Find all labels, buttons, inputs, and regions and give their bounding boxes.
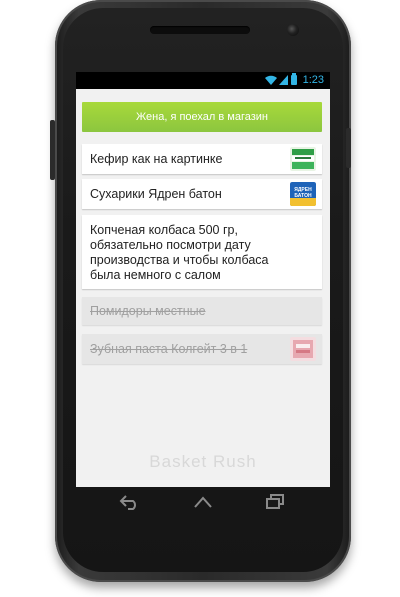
list-item-label: Зубная паста Колгейт 3 в 1 [90, 342, 248, 356]
back-icon[interactable] [118, 492, 140, 512]
list-item-label: Помидоры местные [90, 304, 206, 318]
kefir-package-image [290, 147, 316, 171]
list-item-completed[interactable]: Помидоры местные [82, 297, 322, 325]
list-item-label: Кефир как на картинке [90, 152, 223, 166]
earpiece-speaker [150, 26, 250, 34]
list-item-label: Копченая колбаса 500 гр, обязательно пос… [90, 223, 269, 282]
battery-icon [291, 73, 297, 85]
navigation-bar [76, 487, 330, 519]
recent-apps-icon[interactable] [264, 492, 286, 512]
volume-button [50, 120, 55, 180]
list-item-label: Сухарики Ядрен батон [90, 187, 222, 201]
signal-icon [279, 75, 288, 85]
list-item[interactable]: Сухарики Ядрен батон ЯДРЕН БАТОН [82, 179, 322, 209]
list-item[interactable]: Копченая колбаса 500 гр, обязательно пос… [82, 215, 322, 289]
front-camera [287, 24, 299, 36]
home-icon[interactable] [192, 492, 214, 512]
status-bar: 1:23 [76, 72, 330, 89]
status-time: 1:23 [302, 74, 324, 86]
wifi-icon [265, 75, 277, 85]
list-item[interactable]: Кефир как на картинке [82, 144, 322, 174]
phone-screen: 1:23 Жена, я поехал в магазин Кефир как … [76, 72, 330, 487]
svg-text:БАТОН: БАТОН [294, 193, 312, 199]
app-watermark: Basket Rush [149, 452, 257, 471]
power-button [346, 128, 351, 168]
toothpaste-package-image [290, 337, 316, 361]
list-item-completed[interactable]: Зубная паста Колгейт 3 в 1 [82, 334, 322, 364]
crackers-package-image: ЯДРЕН БАТОН [290, 182, 316, 206]
header-banner[interactable]: Жена, я поехал в магазин [82, 102, 322, 132]
